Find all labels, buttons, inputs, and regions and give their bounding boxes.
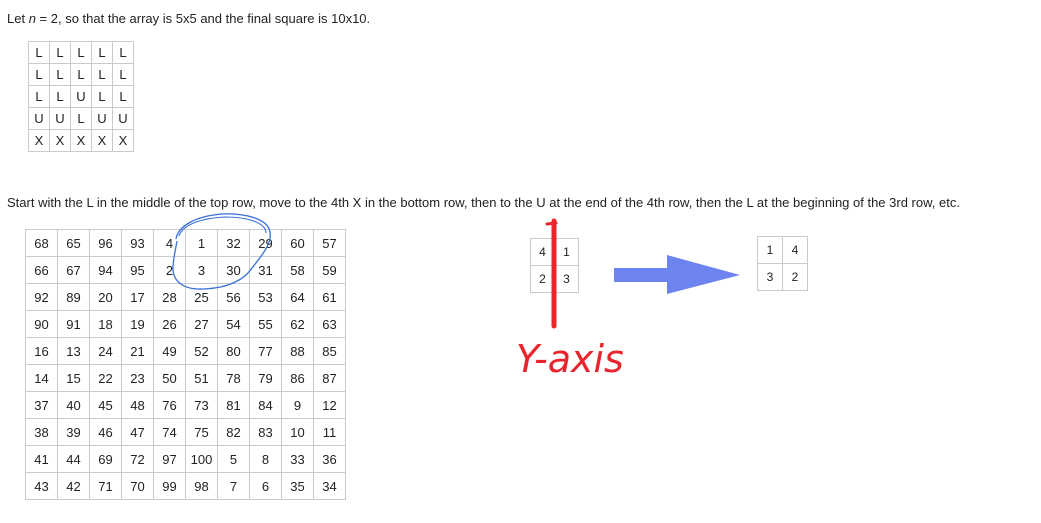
hand-drawn-circle [172,213,271,290]
annotation-overlay: Y-axis [172,213,740,381]
y-axis-line-cap [545,221,558,226]
hand-drawn-circle-stroke [178,216,267,237]
y-axis-label: Y-axis [516,337,624,381]
transform-arrow-icon [614,255,740,294]
